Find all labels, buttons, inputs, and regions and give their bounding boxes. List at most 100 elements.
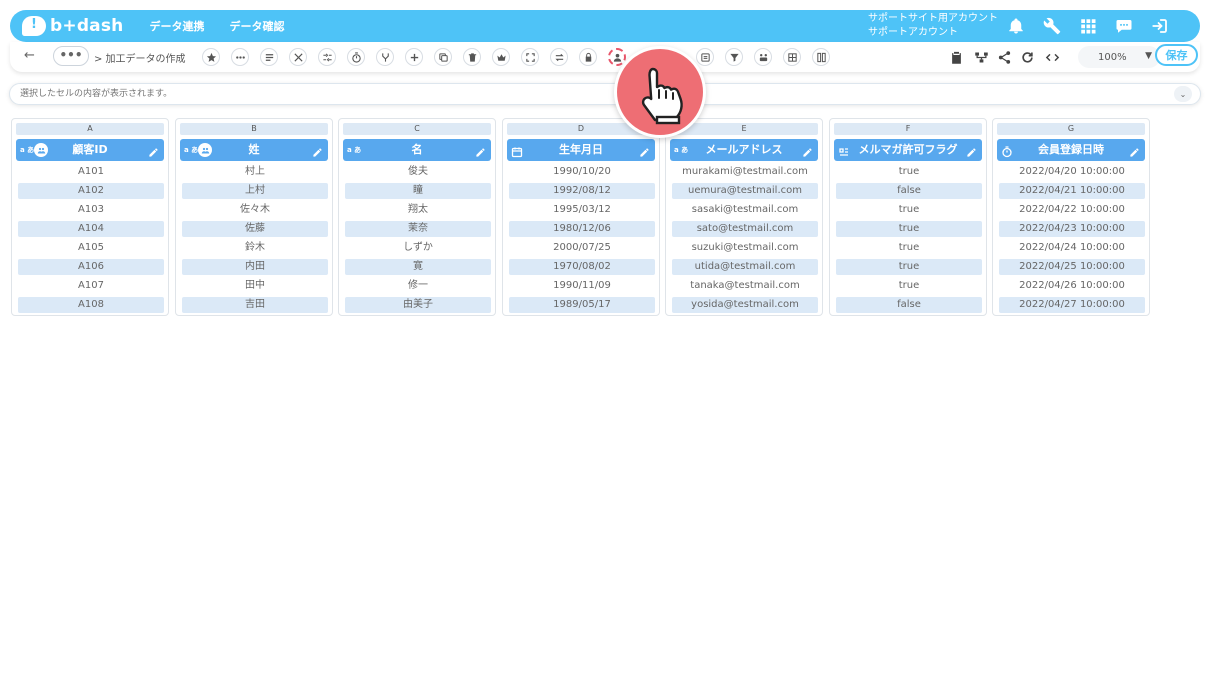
table-cell[interactable]: true: [836, 202, 982, 218]
chat-bubble-icon[interactable]: [1106, 14, 1142, 38]
column-letter[interactable]: G: [997, 123, 1145, 135]
table-cell[interactable]: 翔太: [345, 202, 491, 218]
table-cell[interactable]: 2022/04/25 10:00:00: [999, 259, 1145, 275]
plus-icon[interactable]: [405, 48, 423, 66]
table-cell[interactable]: 修一: [345, 278, 491, 294]
table-grid-icon[interactable]: [783, 48, 801, 66]
account-info[interactable]: サポートサイト用アカウント サポートアカウント: [868, 12, 998, 40]
table-cell[interactable]: A102: [18, 183, 164, 199]
table-cell[interactable]: uemura@testmail.com: [672, 183, 818, 199]
refresh-icon[interactable]: [1017, 47, 1037, 67]
column-header[interactable]: 生年月日: [507, 139, 655, 161]
column-letter[interactable]: F: [834, 123, 982, 135]
table-cell[interactable]: 2000/07/25: [509, 240, 655, 256]
table-cell[interactable]: A108: [18, 297, 164, 313]
table-cell[interactable]: A101: [18, 164, 164, 180]
table-cell[interactable]: A103: [18, 202, 164, 218]
clipboard-icon[interactable]: [946, 47, 966, 67]
table-cell[interactable]: murakami@testmail.com: [672, 164, 818, 180]
code-icon[interactable]: [1042, 47, 1062, 67]
table-cell[interactable]: 1995/03/12: [509, 202, 655, 218]
table-cell[interactable]: 1990/11/09: [509, 278, 655, 294]
table-cell[interactable]: 由美子: [345, 297, 491, 313]
column-header[interactable]: 会員登録日時: [997, 139, 1145, 161]
ellipsis-icon[interactable]: [231, 48, 249, 66]
zoom-select[interactable]: 100% ▼: [1078, 46, 1160, 68]
share-icon[interactable]: [994, 47, 1014, 67]
table-cell[interactable]: A107: [18, 278, 164, 294]
column-header[interactable]: a あ名: [343, 139, 491, 161]
column-header[interactable]: a あ姓: [180, 139, 328, 161]
apps-grid-icon[interactable]: [1070, 14, 1106, 38]
nav-data-integration[interactable]: データ連携: [149, 18, 204, 34]
nav-data-check[interactable]: データ確認: [229, 18, 284, 34]
table-cell[interactable]: tanaka@testmail.com: [672, 278, 818, 294]
save-button[interactable]: 保存: [1155, 44, 1198, 66]
table-cell[interactable]: A105: [18, 240, 164, 256]
column-letter[interactable]: C: [343, 123, 491, 135]
columns-icon[interactable]: [812, 48, 830, 66]
expand-icon[interactable]: [521, 48, 539, 66]
table-cell[interactable]: 村上: [182, 164, 328, 180]
table-cell[interactable]: 2022/04/27 10:00:00: [999, 297, 1145, 313]
swap-icon[interactable]: [550, 48, 568, 66]
table-cell[interactable]: 1980/12/06: [509, 221, 655, 237]
table-cell[interactable]: 鈴木: [182, 240, 328, 256]
edit-pencil-icon[interactable]: [475, 144, 486, 157]
table-cell[interactable]: 2022/04/23 10:00:00: [999, 221, 1145, 237]
lock-icon[interactable]: [579, 48, 597, 66]
table-cell[interactable]: false: [836, 183, 982, 199]
table-cell[interactable]: 田中: [182, 278, 328, 294]
table-cell[interactable]: suzuki@testmail.com: [672, 240, 818, 256]
edit-pencil-icon[interactable]: [639, 144, 650, 157]
table-cell[interactable]: 1970/08/02: [509, 259, 655, 275]
table-cell[interactable]: 俊夫: [345, 164, 491, 180]
table-cell[interactable]: 1989/05/17: [509, 297, 655, 313]
hierarchy-icon[interactable]: [971, 47, 991, 67]
column-header[interactable]: メルマガ許可フラグ: [834, 139, 982, 161]
table-cell[interactable]: true: [836, 259, 982, 275]
table-cell[interactable]: 1990/10/20: [509, 164, 655, 180]
tools-cross-icon[interactable]: [289, 48, 307, 66]
table-cell[interactable]: 内田: [182, 259, 328, 275]
edit-pencil-icon[interactable]: [148, 144, 159, 157]
edit-pencil-icon[interactable]: [312, 144, 323, 157]
edit-pencil-icon[interactable]: [802, 144, 813, 157]
table-cell[interactable]: utida@testmail.com: [672, 259, 818, 275]
split-arrows-icon[interactable]: [318, 48, 336, 66]
more-button[interactable]: •••: [53, 46, 89, 66]
logout-icon[interactable]: [1142, 14, 1178, 38]
table-cell[interactable]: true: [836, 240, 982, 256]
chevron-down-icon[interactable]: ⌄: [1174, 86, 1192, 102]
table-cell[interactable]: A106: [18, 259, 164, 275]
table-cell[interactable]: 寛: [345, 259, 491, 275]
table-cell[interactable]: sasaki@testmail.com: [672, 202, 818, 218]
table-cell[interactable]: 茉奈: [345, 221, 491, 237]
edit-pencil-icon[interactable]: [1129, 144, 1140, 157]
bdash-logo[interactable]: b+dash: [22, 16, 123, 36]
cell-content-input[interactable]: [20, 84, 1160, 104]
trash-icon[interactable]: [463, 48, 481, 66]
table-cell[interactable]: true: [836, 221, 982, 237]
table-cell[interactable]: 吉田: [182, 297, 328, 313]
list-box-icon[interactable]: [696, 48, 714, 66]
back-arrow-icon[interactable]: ←: [24, 48, 35, 63]
table-cell[interactable]: A104: [18, 221, 164, 237]
table-cell[interactable]: 佐藤: [182, 221, 328, 237]
table-cell[interactable]: true: [836, 278, 982, 294]
table-cell[interactable]: 上村: [182, 183, 328, 199]
text-lines-icon[interactable]: [260, 48, 278, 66]
star-icon[interactable]: [202, 48, 220, 66]
table-cell[interactable]: 2022/04/24 10:00:00: [999, 240, 1145, 256]
column-header[interactable]: a あ 顧客ID: [16, 139, 164, 161]
filter-icon[interactable]: [725, 48, 743, 66]
table-cell[interactable]: 2022/04/21 10:00:00: [999, 183, 1145, 199]
timer-icon[interactable]: [347, 48, 365, 66]
crown-icon[interactable]: [492, 48, 510, 66]
table-cell[interactable]: false: [836, 297, 982, 313]
bell-icon[interactable]: [998, 14, 1034, 38]
table-cell[interactable]: 2022/04/22 10:00:00: [999, 202, 1145, 218]
edit-pencil-icon[interactable]: [966, 144, 977, 157]
column-header[interactable]: a あ メールアドレス: [670, 139, 818, 161]
table-cell[interactable]: 1992/08/12: [509, 183, 655, 199]
